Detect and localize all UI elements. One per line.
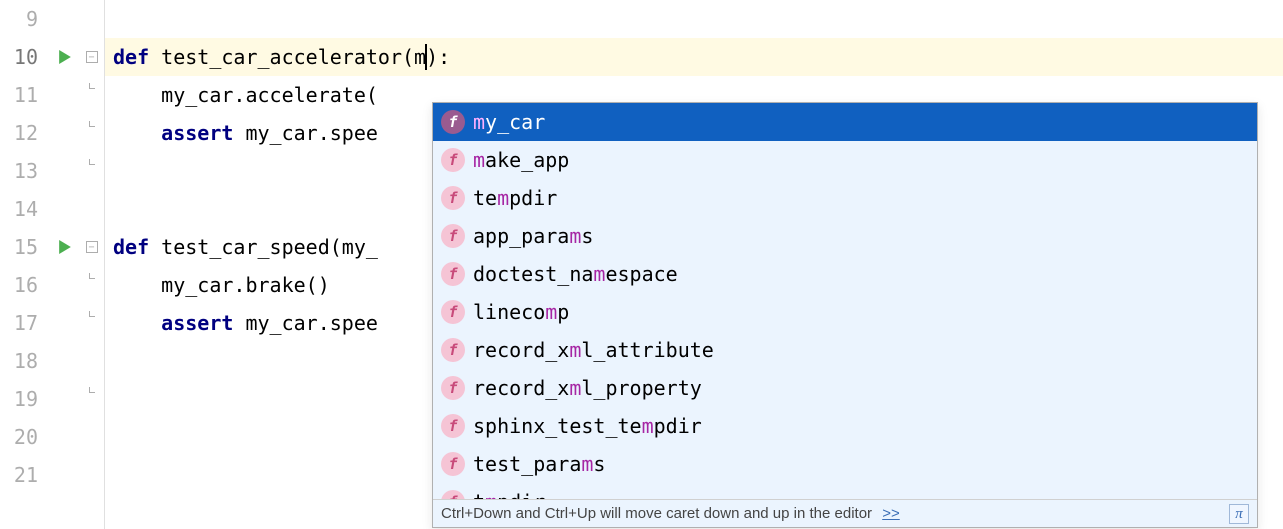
completion-item[interactable]: f make_app [433, 141, 1257, 179]
keyword-assert: assert [161, 121, 233, 145]
code-text: my_car.spee [233, 311, 378, 335]
hint-text: Ctrl+Down and Ctrl+Up will move caret do… [441, 505, 872, 522]
field-icon: f [441, 148, 465, 172]
code-text: my_car.brake() [113, 273, 330, 297]
keyword-def: def [113, 235, 149, 259]
line-number: 9 [0, 0, 38, 38]
completion-label: app_params [473, 217, 593, 255]
completion-label: tempdir [473, 179, 557, 217]
field-icon: f [441, 110, 465, 134]
completion-item[interactable]: f record_xml_attribute [433, 331, 1257, 369]
completion-label: make_app [473, 141, 569, 179]
completion-label: linecomp [473, 293, 569, 331]
line-number: 21 [0, 456, 38, 494]
field-icon: f [441, 224, 465, 248]
keyword-def: def [113, 45, 149, 69]
function-name: test_car_accelerator(m [149, 45, 426, 69]
line-number: 20 [0, 418, 38, 456]
keyword-assert: assert [161, 311, 233, 335]
run-test-icon[interactable] [50, 228, 80, 266]
fold-toggle-icon[interactable]: − [80, 38, 103, 76]
field-icon: f [441, 452, 465, 476]
code-line[interactable]: def test_car_accelerator(m): [105, 38, 1283, 76]
fold-end-icon [80, 114, 103, 152]
fold-end-icon [80, 266, 103, 304]
fold-end-icon [80, 76, 103, 114]
completion-label: doctest_namespace [473, 255, 678, 293]
line-number: 16 [0, 266, 38, 304]
completion-item[interactable]: f linecomp [433, 293, 1257, 331]
completion-list[interactable]: fmy_carfmake_appftempdirfapp_paramsfdoct… [433, 103, 1257, 499]
completion-label: record_xml_attribute [473, 331, 714, 369]
completion-item[interactable]: f my_car [433, 103, 1257, 141]
line-number: 11 [0, 76, 38, 114]
line-number: 12 [0, 114, 38, 152]
fold-markers: − − [80, 0, 104, 529]
field-icon: f [441, 338, 465, 362]
field-icon: f [441, 376, 465, 400]
line-number: 10 [0, 38, 38, 76]
run-test-icon[interactable] [50, 38, 80, 76]
fold-end-icon [80, 152, 103, 190]
code-text: my_car.accelerate( [113, 83, 378, 107]
completion-item[interactable]: f doctest_namespace [433, 255, 1257, 293]
gutter: 9 10 11 12 13 14 15 16 17 18 19 20 21 [0, 0, 105, 529]
completion-item[interactable]: f sphinx_test_tempdir [433, 407, 1257, 445]
fold-end-icon [80, 304, 103, 342]
field-icon: f [441, 300, 465, 324]
line-numbers: 9 10 11 12 13 14 15 16 17 18 19 20 21 [0, 0, 50, 529]
code-text: ): [426, 45, 450, 69]
completion-label: record_xml_property [473, 369, 702, 407]
code-text: my_car.spee [233, 121, 378, 145]
completion-label: tmpdir [473, 483, 545, 499]
field-icon: f [441, 262, 465, 286]
line-number: 18 [0, 342, 38, 380]
completion-label: test_params [473, 445, 605, 483]
line-number: 15 [0, 228, 38, 266]
field-icon: f [441, 490, 465, 499]
pi-icon[interactable]: π [1229, 504, 1249, 524]
completion-label: my_car [473, 103, 545, 141]
function-name: test_car_speed(my_ [149, 235, 378, 259]
text-caret [425, 44, 427, 70]
completion-item[interactable]: ftmpdir [433, 483, 1257, 499]
field-icon: f [441, 414, 465, 438]
field-icon: f [441, 186, 465, 210]
line-number: 17 [0, 304, 38, 342]
line-number: 19 [0, 380, 38, 418]
run-markers [50, 0, 80, 529]
completion-label: sphinx_test_tempdir [473, 407, 702, 445]
fold-toggle-icon[interactable]: − [80, 228, 103, 266]
completion-popup[interactable]: fmy_carfmake_appftempdirfapp_paramsfdoct… [432, 102, 1258, 528]
fold-end-icon [80, 380, 103, 418]
line-number: 13 [0, 152, 38, 190]
completion-item[interactable]: f test_params [433, 445, 1257, 483]
completion-item[interactable]: f tempdir [433, 179, 1257, 217]
code-line[interactable] [105, 0, 1283, 38]
completion-hint-bar: Ctrl+Down and Ctrl+Up will move caret do… [433, 499, 1257, 527]
hint-link[interactable]: >> [882, 505, 900, 522]
line-number: 14 [0, 190, 38, 228]
completion-item[interactable]: f record_xml_property [433, 369, 1257, 407]
completion-item[interactable]: f app_params [433, 217, 1257, 255]
